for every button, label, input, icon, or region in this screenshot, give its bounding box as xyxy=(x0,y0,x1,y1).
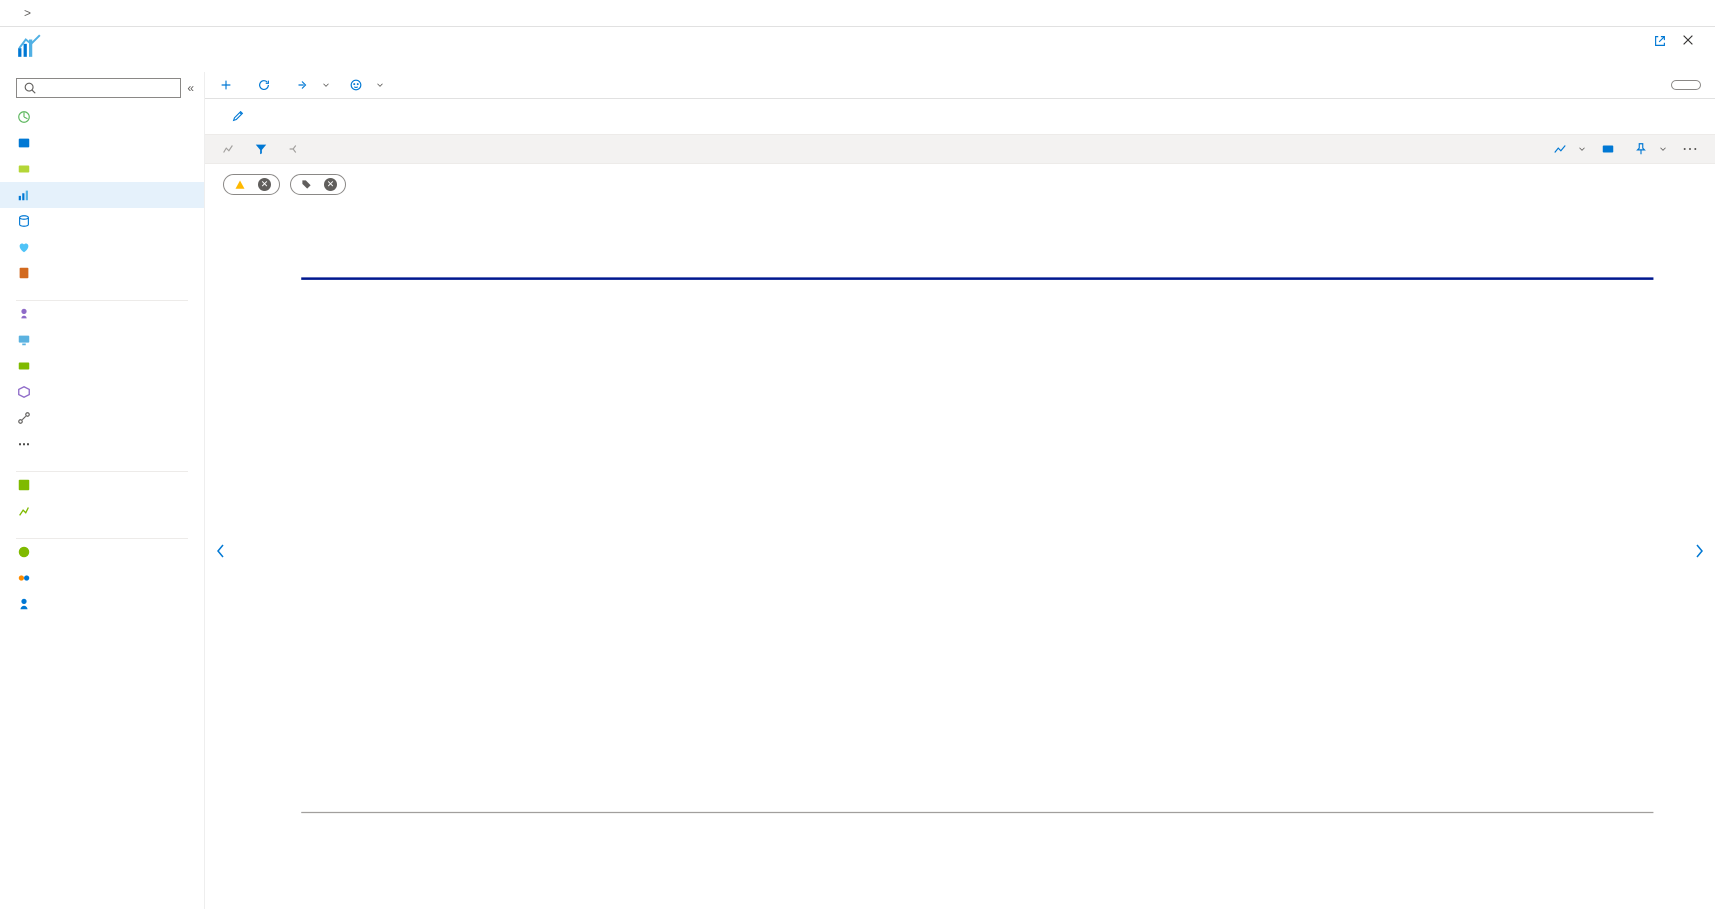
metric-chips-row: ✕ ✕ xyxy=(205,164,1715,199)
chevron-right-icon xyxy=(1693,542,1705,560)
add-metric-icon xyxy=(221,142,235,156)
sidebar-collapse-toggle[interactable]: « xyxy=(187,81,194,95)
chart-type-selector[interactable] xyxy=(1553,142,1587,156)
sidebar-item-workbooks[interactable] xyxy=(0,260,204,286)
sidebar: « xyxy=(0,72,205,909)
pin-icon xyxy=(1634,142,1648,156)
external-link-icon xyxy=(1653,34,1667,48)
chart-canvas[interactable] xyxy=(255,207,1665,899)
warning-icon xyxy=(234,179,246,191)
sidebar-item-autoscale[interactable] xyxy=(0,498,204,524)
advisor-icon xyxy=(16,570,32,586)
vm-icon xyxy=(16,332,32,348)
breadcrumb: > xyxy=(0,0,1715,27)
refresh-button[interactable] xyxy=(257,78,277,92)
support-request-icon xyxy=(16,596,32,612)
workbooks-icon xyxy=(16,265,32,281)
usage-icon xyxy=(16,544,32,560)
new-alert-rule-button[interactable] xyxy=(1601,142,1620,156)
chevron-left-icon xyxy=(215,542,227,560)
new-chart-button[interactable] xyxy=(219,78,239,92)
feedback-icon xyxy=(349,78,363,92)
metric-chip[interactable]: ✕ xyxy=(223,174,280,195)
sidebar-search-input[interactable] xyxy=(16,78,181,98)
time-range-selector[interactable] xyxy=(1671,80,1701,90)
sidebar-group-insights xyxy=(0,286,204,300)
page-header xyxy=(0,27,1715,72)
alerts-icon xyxy=(16,161,32,177)
sidebar-group-settings xyxy=(0,457,204,471)
line-chart-icon xyxy=(1553,142,1567,156)
add-filter-button[interactable] xyxy=(254,142,273,156)
chevron-down-icon xyxy=(1658,142,1668,156)
chart-filters-bar: ⋯ xyxy=(205,134,1715,164)
sidebar-item-advisor[interactable] xyxy=(0,565,204,591)
overview-icon xyxy=(16,109,32,125)
chevron-down-icon xyxy=(375,78,385,92)
feedback-button[interactable] xyxy=(349,78,385,92)
toolbar xyxy=(205,72,1715,99)
sidebar-item-containers[interactable] xyxy=(0,379,204,405)
more-icon: ⋯ xyxy=(16,436,32,452)
main-content: ⋯ ✕ ✕ xyxy=(205,72,1715,909)
sidebar-item-service-health[interactable] xyxy=(0,234,204,260)
refresh-icon xyxy=(257,78,271,92)
chip-remove-button[interactable]: ✕ xyxy=(258,178,271,191)
pin-dashboard-button[interactable] xyxy=(1634,142,1668,156)
storage-icon xyxy=(16,358,32,374)
monitor-logo-icon xyxy=(16,33,42,62)
sidebar-item-storage[interactable] xyxy=(0,353,204,379)
chart-next-button[interactable] xyxy=(1689,542,1709,565)
chevron-down-icon xyxy=(321,78,331,92)
sidebar-item-network[interactable] xyxy=(0,405,204,431)
filter-icon xyxy=(254,142,268,156)
breadcrumb-separator: > xyxy=(24,6,31,20)
containers-icon xyxy=(16,384,32,400)
sidebar-item-vms[interactable] xyxy=(0,327,204,353)
share-button[interactable] xyxy=(295,78,331,92)
sidebar-item-metrics[interactable] xyxy=(0,182,204,208)
sidebar-item-usage[interactable] xyxy=(0,539,204,565)
logs-icon xyxy=(16,213,32,229)
network-icon xyxy=(16,410,32,426)
sidebar-item-alerts[interactable] xyxy=(0,156,204,182)
tag-icon xyxy=(301,179,312,190)
more-actions-button[interactable]: ⋯ xyxy=(1682,139,1699,159)
metrics-icon xyxy=(16,187,32,203)
add-metric-button[interactable] xyxy=(221,142,240,156)
share-icon xyxy=(295,78,309,92)
search-icon xyxy=(23,81,37,95)
close-icon xyxy=(1681,33,1695,47)
applications-icon xyxy=(16,306,32,322)
chip-remove-button[interactable]: ✕ xyxy=(324,178,337,191)
pencil-icon xyxy=(231,109,245,123)
apply-splitting-button[interactable] xyxy=(287,142,306,156)
split-icon xyxy=(287,142,301,156)
sidebar-item-more[interactable]: ⋯ xyxy=(0,431,204,457)
sidebar-group-support xyxy=(0,524,204,538)
plus-icon xyxy=(219,78,233,92)
documentation-link[interactable] xyxy=(1651,34,1667,49)
alert-rule-icon xyxy=(1601,142,1615,156)
sidebar-item-activity-log[interactable] xyxy=(0,130,204,156)
chevron-down-icon xyxy=(1577,142,1587,156)
service-health-icon xyxy=(16,239,32,255)
close-button[interactable] xyxy=(1681,33,1695,50)
chart-prev-button[interactable] xyxy=(211,542,231,565)
edit-title-button[interactable] xyxy=(231,109,245,126)
sidebar-item-new-support[interactable] xyxy=(0,591,204,617)
sidebar-item-logs[interactable] xyxy=(0,208,204,234)
sidebar-item-overview[interactable] xyxy=(0,104,204,130)
activity-log-icon xyxy=(16,135,32,151)
autoscale-icon xyxy=(16,503,32,519)
sidebar-item-applications[interactable] xyxy=(0,301,204,327)
filter-chip[interactable]: ✕ xyxy=(290,174,346,195)
diagnostics-icon xyxy=(16,477,32,493)
sidebar-item-diagnostics[interactable] xyxy=(0,472,204,498)
chart-area xyxy=(205,199,1715,909)
